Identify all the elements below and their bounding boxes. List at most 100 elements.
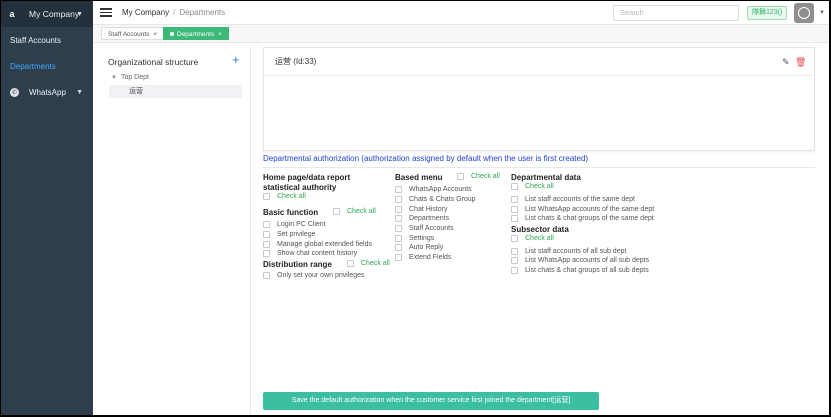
perm-checkbox[interactable]: Departments xyxy=(395,215,449,222)
perm-label: List chats & chat groups of all sub dept… xyxy=(525,267,649,274)
basic-section-title: Basic function xyxy=(263,208,319,217)
perm-checkbox[interactable]: Settings xyxy=(395,235,434,242)
breadcrumb-root[interactable]: My Company xyxy=(122,8,169,17)
checkbox[interactable] xyxy=(511,248,518,255)
basic-check-all[interactable]: Check all xyxy=(333,208,376,215)
add-dept-icon[interactable]: + xyxy=(232,53,240,66)
tab-staff-accounts[interactable]: Staff Accounts × xyxy=(101,27,164,40)
app-window: a My Company ▼ Staff Accounts Department… xyxy=(1,1,829,415)
perm-checkbox[interactable]: Auto Reply xyxy=(395,244,443,251)
perm-label: Auto Reply xyxy=(409,244,444,251)
edit-icon[interactable]: ✎ xyxy=(782,57,790,68)
perm-checkbox[interactable]: Chats & Chats Group xyxy=(395,196,476,203)
checkbox[interactable] xyxy=(263,231,270,238)
home-section-title: Home page/data report statistical author… xyxy=(263,173,351,192)
status-badge: 隊舞123() xyxy=(747,6,788,20)
perm-checkbox[interactable]: Login PC Client xyxy=(263,221,326,228)
dept-check-all[interactable]: Check all xyxy=(511,183,554,190)
perm-checkbox[interactable]: Staff Accounts xyxy=(395,225,454,232)
perm-checkbox[interactable]: List staff accounts of the same dept xyxy=(511,196,635,203)
checkbox[interactable] xyxy=(457,173,464,180)
perm-checkbox[interactable]: Show chat content history xyxy=(263,250,357,257)
dept-detail-card: 运营 (Id:33) ✎ 🗑 xyxy=(263,47,815,151)
breadcrumb: My Company / Departments xyxy=(122,8,225,17)
menu-toggle-icon[interactable] xyxy=(100,8,112,17)
sub-section-title: Subsector data xyxy=(511,225,569,234)
checkbox[interactable] xyxy=(511,257,518,264)
whatsapp-icon: ✆ xyxy=(10,87,19,97)
top-header: My Company / Departments Search 隊舞123() ▼ xyxy=(93,1,829,25)
checkbox[interactable] xyxy=(395,225,402,232)
perm-label: Chats & Chats Group xyxy=(409,196,476,203)
sidebar-item-label: Departments xyxy=(10,61,56,71)
sidebar: a My Company ▼ Staff Accounts Department… xyxy=(1,1,93,415)
search-input[interactable]: Search xyxy=(613,5,739,21)
checkbox[interactable] xyxy=(395,196,402,203)
close-icon[interactable]: × xyxy=(153,32,157,38)
checkbox[interactable] xyxy=(347,260,354,267)
checkbox[interactable] xyxy=(263,241,270,248)
checkbox[interactable] xyxy=(395,215,402,222)
based-check-all[interactable]: Check all xyxy=(457,173,500,180)
trash-icon[interactable]: 🗑 xyxy=(795,57,806,68)
checkbox[interactable] xyxy=(395,244,402,251)
check-all-label: Check all xyxy=(471,173,500,180)
sidebar-item-whatsapp[interactable]: ✆ WhatsApp ▼ xyxy=(1,79,93,105)
perm-checkbox[interactable]: WhatsApp Accounts xyxy=(395,186,472,193)
checkbox[interactable] xyxy=(263,221,270,228)
checkbox[interactable] xyxy=(511,196,518,203)
perm-checkbox[interactable]: Manage global extended fields xyxy=(263,241,372,248)
dept-section-title: Departmental data xyxy=(511,173,581,182)
dept-title: 运营 (Id:33) xyxy=(264,48,814,76)
sidebar-item-departments[interactable]: Departments xyxy=(1,53,93,79)
tab-departments[interactable]: Departments × xyxy=(163,27,229,40)
perm-label: Settings xyxy=(409,235,435,242)
checkbox[interactable] xyxy=(511,206,518,213)
perm-checkbox[interactable]: Extend Fields xyxy=(395,254,451,261)
company-switcher[interactable]: a My Company ▼ xyxy=(1,1,93,27)
perm-checkbox[interactable]: List staff accounts of all sub dept xyxy=(511,248,626,255)
save-default-authorization-button[interactable]: Save the default authorization when the … xyxy=(263,392,599,410)
tab-label: Departments xyxy=(177,31,215,38)
checkbox[interactable] xyxy=(511,215,518,222)
tree-node-root[interactable]: ▼ Top Dept xyxy=(111,74,149,81)
sidebar-item-staff-accounts[interactable]: Staff Accounts xyxy=(1,27,93,53)
checkbox[interactable] xyxy=(263,250,270,257)
check-all-label: Check all xyxy=(347,208,376,215)
dist-check-all[interactable]: Check all xyxy=(347,260,390,267)
checkbox[interactable] xyxy=(263,193,270,200)
perm-checkbox[interactable]: Only set your own privileges xyxy=(263,272,365,279)
perm-checkbox[interactable]: Chat History xyxy=(395,206,448,213)
tree-node-label: Top Dept xyxy=(120,74,149,81)
auth-title: Departmental authorization (authorizatio… xyxy=(263,154,589,163)
caret-down-icon[interactable]: ▼ xyxy=(111,75,117,81)
perm-checkbox[interactable]: List WhatsApp accounts of all sub depts xyxy=(511,257,649,264)
perm-checkbox[interactable]: List chats & chat groups of all sub dept… xyxy=(511,267,649,274)
breadcrumb-separator: / xyxy=(173,8,176,17)
home-check-all[interactable]: Check all xyxy=(263,193,306,200)
checkbox[interactable] xyxy=(511,183,518,190)
checkbox[interactable] xyxy=(511,267,518,274)
checkbox[interactable] xyxy=(395,186,402,193)
avatar[interactable] xyxy=(794,3,814,23)
perm-checkbox[interactable]: List chats & chat groups of the same dep… xyxy=(511,215,654,222)
perm-label: Show chat content history xyxy=(277,250,358,257)
checkbox[interactable] xyxy=(395,235,402,242)
check-all-label: Check all xyxy=(361,260,390,267)
company-name: My Company xyxy=(29,9,80,19)
checkbox[interactable] xyxy=(511,235,518,242)
checkbox[interactable] xyxy=(263,272,270,279)
perm-checkbox[interactable]: Set privilege xyxy=(263,231,316,238)
checkbox[interactable] xyxy=(395,254,402,261)
chevron-down-icon[interactable]: ▼ xyxy=(819,10,825,16)
perm-label: List chats & chat groups of the same dep… xyxy=(525,215,654,222)
checkbox[interactable] xyxy=(395,206,402,213)
close-icon[interactable]: × xyxy=(218,32,222,38)
sub-check-all[interactable]: Check all xyxy=(511,235,554,242)
tree-node-selected[interactable]: 运营 xyxy=(109,85,242,98)
perm-checkbox[interactable]: List WhatsApp accounts of the same dept xyxy=(511,206,654,213)
based-section-title: Based menu xyxy=(395,173,443,182)
checkbox[interactable] xyxy=(333,208,340,215)
check-all-label: Check all xyxy=(277,193,306,200)
perm-label: Login PC Client xyxy=(277,221,326,228)
